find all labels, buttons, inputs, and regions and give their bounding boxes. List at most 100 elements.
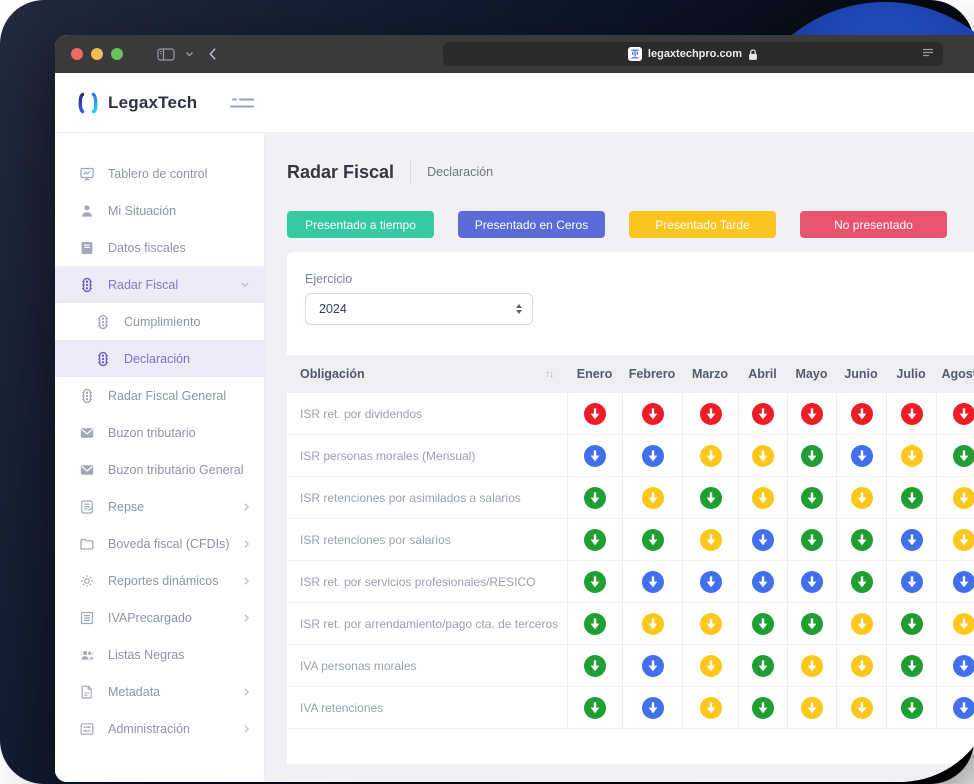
sidebar-item-datos-fiscales[interactable]: Datos fiscales	[55, 229, 264, 266]
address-bar[interactable]: legaxtechpro.com	[443, 42, 943, 66]
status-cell-marzo-green[interactable]	[682, 477, 738, 518]
minimize-window-button[interactable]	[91, 48, 103, 60]
status-cell-febrero-yellow[interactable]	[622, 477, 682, 518]
status-cell-julio-green[interactable]	[886, 687, 936, 728]
back-button[interactable]	[208, 47, 217, 61]
status-cell-abril-green[interactable]	[738, 645, 787, 686]
status-cell-mayo-green[interactable]	[787, 603, 836, 644]
status-cell-marzo-blue[interactable]	[682, 561, 738, 602]
status-cell-abril-red[interactable]	[738, 393, 787, 434]
status-cell-marzo-yellow[interactable]	[682, 645, 738, 686]
status-cell-junio-green[interactable]	[836, 561, 886, 602]
status-cell-julio-yellow[interactable]	[886, 435, 936, 476]
chevron-down-icon[interactable]	[185, 51, 194, 57]
status-cell-julio-blue[interactable]	[886, 519, 936, 560]
status-cell-abril-blue[interactable]	[738, 519, 787, 560]
status-cell-mayo-yellow[interactable]	[787, 687, 836, 728]
status-cell-abril-green[interactable]	[738, 687, 787, 728]
status-cell-mayo-green[interactable]	[787, 519, 836, 560]
status-cell-febrero-red[interactable]	[622, 393, 682, 434]
sidebar-item-repse[interactable]: Repse	[55, 488, 264, 525]
status-cell-julio-green[interactable]	[886, 603, 936, 644]
download-status-icon-green	[584, 697, 606, 719]
maximize-window-button[interactable]	[111, 48, 123, 60]
close-window-button[interactable]	[71, 48, 83, 60]
status-cell-abril-blue[interactable]	[738, 561, 787, 602]
status-cell-febrero-blue[interactable]	[622, 435, 682, 476]
status-cell-agosto-blue[interactable]	[936, 687, 974, 728]
sidebar-item-ivaprecargado[interactable]: IVAPrecargado	[55, 599, 264, 636]
ejercicio-select[interactable]: 2024	[305, 293, 533, 325]
status-cell-agosto-blue[interactable]	[936, 645, 974, 686]
status-cell-febrero-blue[interactable]	[622, 687, 682, 728]
sidebar-item-label: Reportes dinámicos	[108, 574, 243, 588]
status-cell-mayo-green[interactable]	[787, 435, 836, 476]
sidebar-item-listas-negras[interactable]: Listas Negras	[55, 636, 264, 673]
status-cell-enero-green[interactable]	[567, 519, 622, 560]
status-cell-febrero-blue[interactable]	[622, 561, 682, 602]
status-cell-mayo-blue[interactable]	[787, 561, 836, 602]
status-cell-agosto-yellow[interactable]	[936, 603, 974, 644]
status-cell-marzo-yellow[interactable]	[682, 687, 738, 728]
sidebar-toggle-icon[interactable]	[157, 48, 175, 61]
status-cell-febrero-blue[interactable]	[622, 645, 682, 686]
status-cell-abril-yellow[interactable]	[738, 477, 787, 518]
status-cell-marzo-yellow[interactable]	[682, 435, 738, 476]
sidebar-item-radar-fiscal-general[interactable]: Radar Fiscal General	[55, 377, 264, 414]
status-cell-julio-green[interactable]	[886, 477, 936, 518]
status-cell-febrero-green[interactable]	[622, 519, 682, 560]
status-cell-enero-green[interactable]	[567, 603, 622, 644]
status-cell-junio-yellow[interactable]	[836, 603, 886, 644]
status-cell-agosto-green[interactable]	[936, 435, 974, 476]
reader-view-icon[interactable]	[921, 47, 935, 62]
sidebar-item-administracion[interactable]: Administración	[55, 710, 264, 747]
status-cell-julio-red[interactable]	[886, 393, 936, 434]
status-cell-febrero-yellow[interactable]	[622, 603, 682, 644]
status-cell-mayo-red[interactable]	[787, 393, 836, 434]
sidebar-item-radar-fiscal[interactable]: Radar Fiscal	[55, 266, 264, 303]
status-cell-enero-green[interactable]	[567, 477, 622, 518]
status-cell-agosto-yellow[interactable]	[936, 519, 974, 560]
status-cell-mayo-green[interactable]	[787, 477, 836, 518]
brand-logo[interactable]: LegaxTech	[75, 92, 197, 114]
download-status-icon-yellow	[953, 529, 974, 551]
status-cell-abril-yellow[interactable]	[738, 435, 787, 476]
status-cell-junio-yellow[interactable]	[836, 645, 886, 686]
status-cell-enero-green[interactable]	[567, 561, 622, 602]
status-cell-enero-red[interactable]	[567, 393, 622, 434]
legend-chip-presentado-a-tiempo[interactable]: Presentado a tiempo	[287, 211, 434, 238]
status-cell-abril-green[interactable]	[738, 603, 787, 644]
sidebar-item-declaracion[interactable]: Declaración	[55, 340, 264, 377]
status-cell-marzo-red[interactable]	[682, 393, 738, 434]
status-cell-junio-yellow[interactable]	[836, 687, 886, 728]
sidebar-item-buzon-tributario[interactable]: Buzon tributario	[55, 414, 264, 451]
menu-toggle-icon[interactable]	[227, 96, 257, 110]
sidebar-item-boveda-fiscal-cfdis[interactable]: Boveda fiscal (CFDIs)	[55, 525, 264, 562]
obligation-column-header[interactable]: Obligación ↑↓	[287, 355, 567, 393]
legend-chip-no-presentado[interactable]: No presentado	[800, 211, 947, 238]
status-cell-agosto-blue[interactable]	[936, 561, 974, 602]
status-cell-enero-green[interactable]	[567, 645, 622, 686]
status-cell-agosto-yellow[interactable]	[936, 477, 974, 518]
sidebar-item-mi-situacion[interactable]: Mi Situación	[55, 192, 264, 229]
status-cell-junio-red[interactable]	[836, 393, 886, 434]
sort-icon[interactable]: ↑↓	[545, 369, 553, 380]
status-cell-marzo-yellow[interactable]	[682, 603, 738, 644]
status-cell-marzo-yellow[interactable]	[682, 519, 738, 560]
legend-chip-presentado-en-ceros[interactable]: Presentado en Ceros	[458, 211, 605, 238]
status-cell-agosto-red[interactable]	[936, 393, 974, 434]
status-cell-junio-green[interactable]	[836, 519, 886, 560]
sidebar-item-metadata[interactable]: Metadata	[55, 673, 264, 710]
status-cell-junio-blue[interactable]	[836, 435, 886, 476]
sidebar-item-reportes-dinamicos[interactable]: Reportes dinámicos	[55, 562, 264, 599]
status-cell-enero-blue[interactable]	[567, 435, 622, 476]
status-cell-enero-green[interactable]	[567, 687, 622, 728]
status-cell-mayo-yellow[interactable]	[787, 645, 836, 686]
status-cell-julio-green[interactable]	[886, 645, 936, 686]
status-cell-junio-yellow[interactable]	[836, 477, 886, 518]
sidebar-item-tablero-de-control[interactable]: Tablero de control	[55, 155, 264, 192]
sidebar-item-cumplimiento[interactable]: Cumplimiento	[55, 303, 264, 340]
sidebar-item-buzon-tributario-general[interactable]: Buzon tributario General	[55, 451, 264, 488]
status-cell-julio-blue[interactable]	[886, 561, 936, 602]
legend-chip-presentado-tarde[interactable]: Presentado Tarde	[629, 211, 776, 238]
